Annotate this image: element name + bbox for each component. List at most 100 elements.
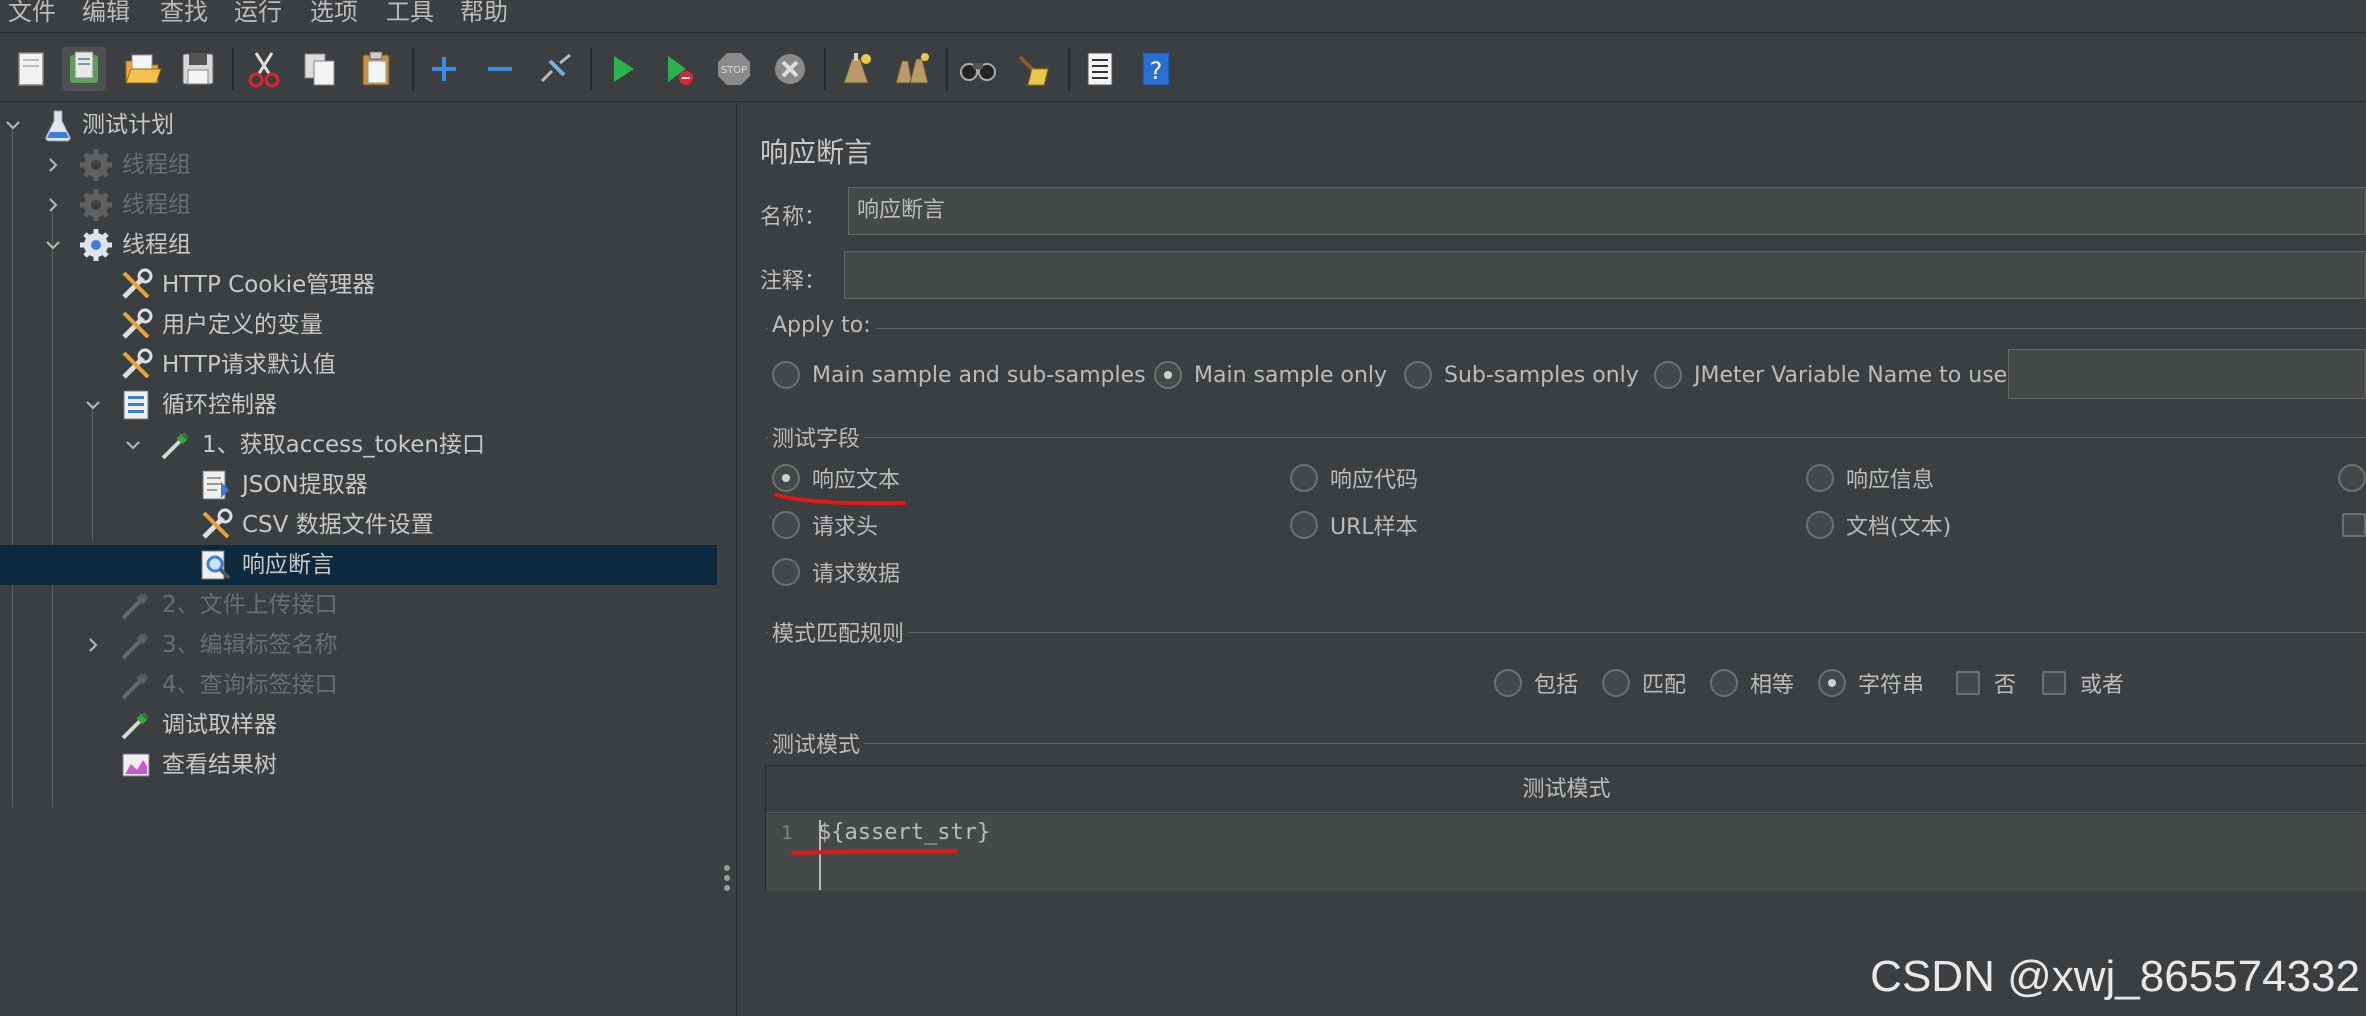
chevron-down-icon[interactable] xyxy=(2,113,24,137)
tree-node-sampler-query-tag[interactable]: 4、查询标签接口 xyxy=(0,665,717,705)
tree-node-label: 线程组 xyxy=(122,152,191,178)
collapse-icon[interactable] xyxy=(478,47,522,91)
line-number: 1 xyxy=(781,822,793,844)
radio-request-headers[interactable]: 请求头 xyxy=(772,508,878,542)
tree-node-csv-data-set[interactable]: CSV 数据文件设置 xyxy=(0,505,717,545)
radio-sub-only[interactable]: Sub-samples only xyxy=(1404,358,1639,392)
tree-node-loop-controller[interactable]: 循环控制器 xyxy=(0,385,717,425)
templates-icon[interactable] xyxy=(62,47,106,91)
tree-node-debug-sampler[interactable]: 调试取样器 xyxy=(0,705,717,745)
menu-bar: 文件 编辑 查找 运行 选项 工具 帮助 xyxy=(0,0,2366,33)
tree-node-json-extractor[interactable]: JSON提取器 xyxy=(0,465,717,505)
tree-node-response-assertion[interactable]: 响应断言 xyxy=(0,545,717,585)
tree-node-http-defaults[interactable]: HTTP请求默认值 xyxy=(0,345,717,385)
chevron-down-icon[interactable] xyxy=(122,433,144,457)
radio-request-data[interactable]: 请求数据 xyxy=(772,555,900,589)
function-helper-icon[interactable] xyxy=(1078,47,1122,91)
split-pane-divider[interactable] xyxy=(717,103,737,1016)
menu-file[interactable]: 文件 xyxy=(8,0,56,28)
save-icon[interactable] xyxy=(176,47,220,91)
radio-main-only[interactable]: Main sample only xyxy=(1154,358,1387,392)
pattern-value[interactable]: ${assert_str} xyxy=(818,820,990,845)
copy-icon[interactable] xyxy=(298,47,342,91)
reset-search-icon[interactable] xyxy=(1012,47,1056,91)
comment-field[interactable] xyxy=(844,251,2366,299)
radio-main-and-sub[interactable]: Main sample and sub-samples xyxy=(772,358,1146,392)
toggle-icon[interactable] xyxy=(534,47,578,91)
assertion-magnifier-icon xyxy=(198,547,234,583)
radio-contains[interactable]: 包括 xyxy=(1494,666,1578,700)
checkbox-icon xyxy=(2042,671,2066,695)
menu-run[interactable]: 运行 xyxy=(234,0,282,28)
menu-options[interactable]: 选项 xyxy=(310,0,358,28)
radio-substring[interactable]: 字符串 xyxy=(1818,666,1924,700)
tree-node-sampler-access-token[interactable]: 1、获取access_token接口 xyxy=(0,425,717,465)
checkbox-ignore-status[interactable] xyxy=(2342,508,2366,542)
chevron-right-icon[interactable] xyxy=(42,193,64,217)
tree-node-label: 循环控制器 xyxy=(162,392,277,418)
chevron-right-icon[interactable] xyxy=(82,633,104,657)
sampler-pipette-icon xyxy=(118,587,154,623)
radio-icon xyxy=(1602,669,1630,697)
tree-node-thread-group[interactable]: 线程组 xyxy=(0,225,717,265)
chevron-down-icon[interactable] xyxy=(82,393,104,417)
thread-group-icon xyxy=(78,187,114,223)
chevron-down-icon[interactable] xyxy=(42,233,64,257)
tree-node-cookie-manager[interactable]: HTTP Cookie管理器 xyxy=(0,265,717,305)
sampler-pipette-icon xyxy=(118,627,154,663)
radio-jmeter-variable[interactable]: JMeter Variable Name to use xyxy=(1654,358,2007,392)
tree-node-view-results-tree[interactable]: 查看结果树 xyxy=(0,745,717,785)
test-plan-tree: 测试计划 线程组 线程组 线程组 HTTP Cookie管理器 用户定义的变量 … xyxy=(0,103,717,1016)
menu-search[interactable]: 查找 xyxy=(160,0,208,28)
tree-node-label: 1、获取access_token接口 xyxy=(202,432,485,458)
config-wrench-icon xyxy=(198,507,234,543)
sampler-pipette-icon xyxy=(158,427,194,463)
name-field[interactable]: 响应断言 xyxy=(848,187,2366,235)
menu-edit[interactable]: 编辑 xyxy=(82,0,130,28)
tree-node-sampler-edit-tag[interactable]: 3、编辑标签名称 xyxy=(0,625,717,665)
stop-icon[interactable]: STOP xyxy=(712,47,756,91)
radio-response-headers[interactable] xyxy=(2338,461,2366,495)
expand-icon[interactable] xyxy=(422,47,466,91)
radio-matches[interactable]: 匹配 xyxy=(1602,666,1686,700)
checkbox-not[interactable]: 否 xyxy=(1956,666,2016,700)
open-icon[interactable] xyxy=(120,47,164,91)
comment-label: 注释： xyxy=(760,269,827,294)
red-underline-annotation xyxy=(791,849,958,855)
shutdown-icon[interactable] xyxy=(768,47,812,91)
jmeter-variable-field[interactable] xyxy=(2008,349,2366,399)
tree-node-sampler-file-upload[interactable]: 2、文件上传接口 xyxy=(0,585,717,625)
patterns-table: 测试模式 1 ${assert_str} xyxy=(765,765,2366,891)
radio-icon xyxy=(1710,669,1738,697)
matching-rules-legend: 模式匹配规则 xyxy=(768,616,909,648)
help-icon[interactable]: ? xyxy=(1134,47,1178,91)
radio-url-sampled[interactable]: URL样本 xyxy=(1290,508,1418,542)
tree-node-label: HTTP请求默认值 xyxy=(162,352,336,378)
radio-icon xyxy=(1290,511,1318,539)
search-icon[interactable] xyxy=(956,47,1000,91)
new-icon[interactable] xyxy=(10,47,54,91)
menu-tools[interactable]: 工具 xyxy=(386,0,434,28)
menu-help[interactable]: 帮助 xyxy=(460,0,508,28)
checkbox-or[interactable]: 或者 xyxy=(2042,666,2124,700)
tree-node-user-variables[interactable]: 用户定义的变量 xyxy=(0,305,717,345)
chevron-right-icon[interactable] xyxy=(42,153,64,177)
paste-icon[interactable] xyxy=(354,47,398,91)
clear-all-icon[interactable] xyxy=(890,47,934,91)
radio-document-text[interactable]: 文档(文本) xyxy=(1806,508,1951,542)
start-no-pause-icon[interactable] xyxy=(656,47,700,91)
radio-response-message[interactable]: 响应信息 xyxy=(1806,461,1934,495)
tree-node-thread-group[interactable]: 线程组 xyxy=(0,185,717,225)
radio-icon xyxy=(1806,464,1834,492)
tree-node-label: 3、编辑标签名称 xyxy=(162,632,338,658)
cut-icon[interactable] xyxy=(242,47,286,91)
tree-node-thread-group[interactable]: 线程组 xyxy=(0,145,717,185)
radio-response-code[interactable]: 响应代码 xyxy=(1290,461,1418,495)
patterns-editor[interactable]: 1 ${assert_str} xyxy=(766,814,2366,891)
clear-icon[interactable] xyxy=(834,47,878,91)
radio-equals[interactable]: 相等 xyxy=(1710,666,1794,700)
start-icon[interactable] xyxy=(600,47,644,91)
assertion-editor-panel: 响应断言 名称： 响应断言 注释： Apply to: Main sample … xyxy=(738,103,2366,1016)
config-wrench-icon xyxy=(118,267,154,303)
tree-node-test-plan[interactable]: 测试计划 xyxy=(0,105,717,145)
